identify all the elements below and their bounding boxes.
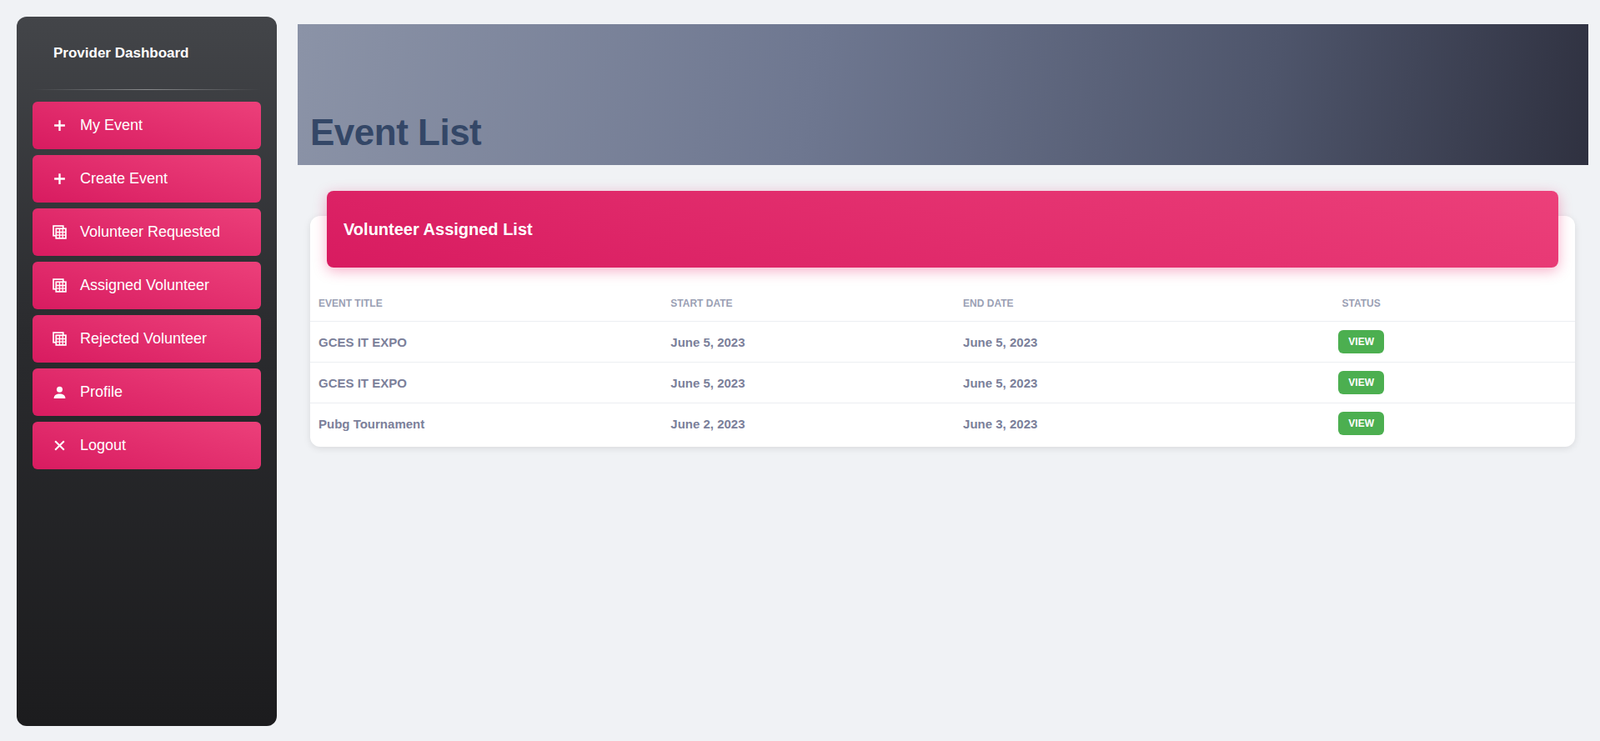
- provider-dashboard-page: Provider Dashboard My Event Create Event Vo…: [0, 0, 1600, 741]
- sidebar-item[interactable]: Create Event: [32, 155, 261, 203]
- column-header: STATUS: [1289, 285, 1575, 322]
- card-title: Volunteer Assigned List: [343, 220, 533, 240]
- sidebar-item[interactable]: Profile: [32, 368, 261, 417]
- event-title-cell: GCES IT EXPO: [310, 362, 663, 404]
- column-header: END DATE: [954, 285, 1290, 322]
- sidebar-menu: My Event Create Event Volunteer Requested A…: [32, 101, 261, 470]
- status-cell: VIEW: [1289, 321, 1575, 363]
- plus-icon: [52, 171, 67, 186]
- end-date-cell: June 3, 2023: [954, 403, 1290, 445]
- end-date-cell: June 5, 2023: [954, 321, 1290, 363]
- sidebar-item-label: Assigned Volunteer: [80, 276, 210, 295]
- end-date-cell: June 5, 2023: [954, 362, 1290, 404]
- sidebar-item-label: Create Event: [80, 170, 168, 188]
- column-header: START DATE: [662, 285, 955, 322]
- table-header-row: EVENT TITLESTART DATEEND DATESTATUS: [310, 285, 1575, 322]
- event-title-cell: GCES IT EXPO: [310, 321, 663, 363]
- table-icon: [52, 278, 67, 293]
- main-content: Event List Volunteer Assigned List EVENT T…: [276, 0, 1600, 447]
- column-header: EVENT TITLE: [310, 285, 663, 322]
- table-icon: [52, 225, 67, 240]
- sidebar-item[interactable]: Volunteer Requested: [32, 208, 261, 256]
- header-banner: Event List: [297, 24, 1589, 166]
- sidebar-item-label: My Event: [80, 116, 143, 135]
- user-icon: [52, 385, 67, 400]
- table-row: GCES IT EXPOJune 5, 2023June 5, 2023VIEW: [310, 321, 1575, 363]
- table-icon: [52, 331, 67, 347]
- view-button[interactable]: VIEW: [1338, 411, 1385, 436]
- sidebar-title: Provider Dashboard: [32, 44, 261, 63]
- table-row: Pubg TournamentJune 2, 2023June 3, 2023 V…: [310, 403, 1575, 445]
- sidebar-item[interactable]: Logout: [32, 421, 261, 470]
- sidebar-item-label: Volunteer Requested: [80, 223, 221, 241]
- start-date-cell: June 5, 2023: [662, 362, 955, 404]
- close-icon: [52, 438, 67, 453]
- event-title-cell: Pubg Tournament: [310, 403, 663, 445]
- sidebar-item-label: Profile: [80, 383, 123, 402]
- status-cell: VIEW: [1289, 362, 1575, 404]
- start-date-cell: June 2, 2023: [662, 403, 955, 445]
- table-row: GCES IT EXPOJune 5, 2023June 5, 2023VIEW: [310, 362, 1575, 404]
- page-title: Event List: [310, 111, 482, 154]
- start-date-cell: June 5, 2023: [662, 321, 955, 363]
- view-button[interactable]: VIEW: [1338, 330, 1385, 354]
- sidebar-item-label: Logout: [80, 436, 126, 455]
- sidebar-item[interactable]: Rejected Volunteer: [32, 315, 261, 363]
- volunteer-card: Volunteer Assigned List EVENT TITLESTART …: [310, 215, 1575, 447]
- sidebar: Provider Dashboard My Event Create Event Vo…: [16, 16, 277, 727]
- sidebar-divider: [32, 89, 261, 91]
- sidebar-item-label: Rejected Volunteer: [80, 330, 207, 348]
- view-button[interactable]: VIEW: [1338, 371, 1385, 395]
- status-cell: VIEW: [1289, 403, 1575, 445]
- plus-icon: [52, 118, 67, 133]
- volunteer-table: EVENT TITLESTART DATEEND DATESTATUSGCES …: [310, 285, 1575, 444]
- card-header: Volunteer Assigned List: [326, 190, 1559, 268]
- sidebar-item[interactable]: My Event: [32, 101, 261, 150]
- sidebar-item[interactable]: Assigned Volunteer: [32, 261, 261, 310]
